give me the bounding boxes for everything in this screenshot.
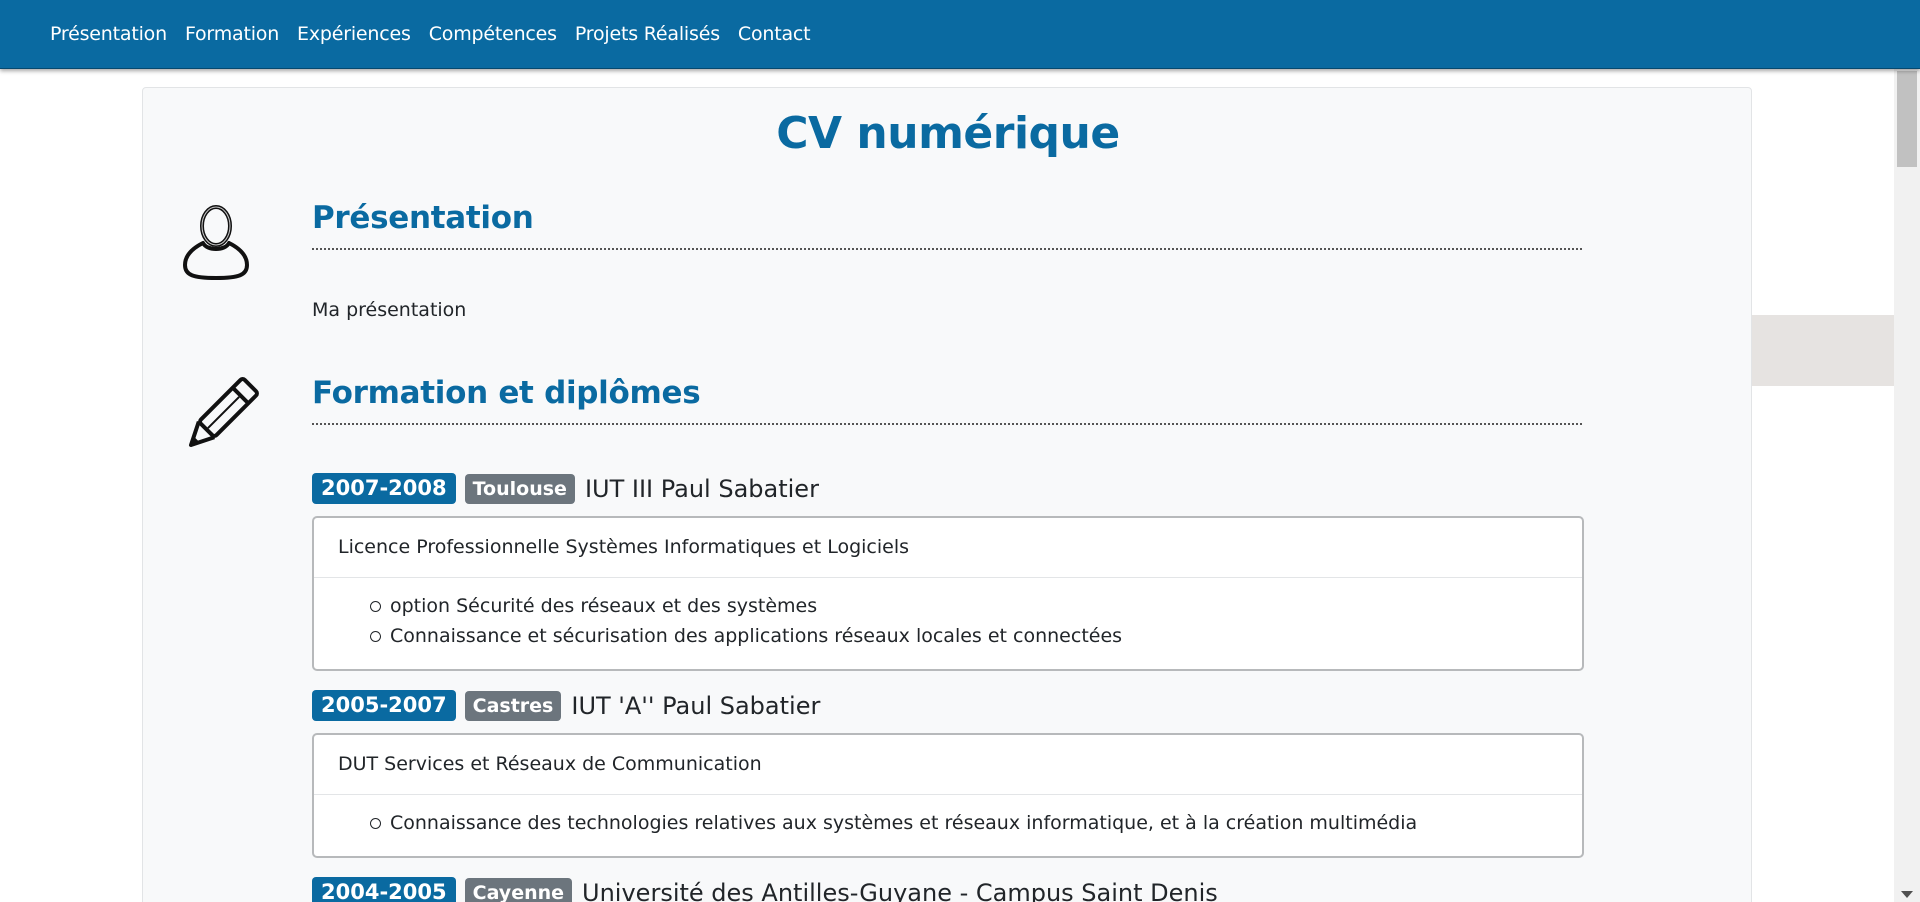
nav-link-presentation[interactable]: Présentation: [41, 0, 176, 69]
formation-card: Licence Professionnelle Systèmes Informa…: [312, 516, 1584, 671]
section-heading-presentation: Présentation: [312, 200, 1582, 250]
list-item: Connaissance et sécurisation des applica…: [370, 621, 1582, 651]
scroll-down-arrow-icon[interactable]: [1901, 891, 1913, 898]
school-name: Université des Antilles-Guyane - Campus …: [582, 878, 1218, 902]
formation-entry-header: 2005-2007 Castres IUT 'A'' Paul Sabatier: [312, 690, 820, 721]
degree-title: DUT Services et Réseaux de Communication: [314, 735, 1582, 795]
degree-details-list: Connaissance des technologies relatives …: [314, 795, 1582, 856]
school-name: IUT III Paul Sabatier: [584, 474, 819, 503]
degree-title: Licence Professionnelle Systèmes Informa…: [314, 518, 1582, 578]
pencil-icon: [179, 375, 261, 461]
scrollbar-thumb[interactable]: [1897, 71, 1917, 167]
list-item: Connaissance des technologies relatives …: [370, 808, 1582, 838]
formation-entry-header: 2004-2005 Cayenne Université des Antille…: [312, 877, 1218, 902]
presentation-text: Ma présentation: [312, 299, 467, 321]
school-name: IUT 'A'' Paul Sabatier: [571, 691, 821, 720]
nav-link-contact[interactable]: Contact: [729, 0, 820, 69]
city-badge: Cayenne: [464, 877, 573, 902]
list-item: option Sécurité des réseaux et des systè…: [370, 591, 1582, 621]
page-title: CV numérique: [776, 108, 1120, 159]
nav-link-projets[interactable]: Projets Réalisés: [566, 0, 729, 69]
background-panel: [1752, 315, 1894, 386]
vertical-scrollbar[interactable]: [1894, 69, 1920, 902]
user-icon: [181, 201, 251, 285]
formation-entry-header: 2007-2008 Toulouse IUT III Paul Sabatier: [312, 473, 819, 504]
cv-container: CV numérique Présentation Ma présentatio…: [142, 87, 1752, 902]
year-badge: 2005-2007: [312, 690, 456, 721]
section-heading-formation: Formation et diplômes: [312, 375, 1582, 425]
formation-card: DUT Services et Réseaux de Communication…: [312, 733, 1584, 858]
city-badge: Toulouse: [464, 473, 575, 504]
nav-link-formation[interactable]: Formation: [176, 0, 288, 69]
year-badge: 2007-2008: [312, 473, 456, 504]
degree-details-list: option Sécurité des réseaux et des systè…: [314, 578, 1582, 669]
top-navbar: Présentation Formation Expériences Compé…: [0, 0, 1920, 69]
year-badge: 2004-2005: [312, 877, 456, 902]
nav-link-experiences[interactable]: Expériences: [288, 0, 420, 69]
nav-link-competences[interactable]: Compétences: [420, 0, 566, 69]
city-badge: Castres: [464, 690, 562, 721]
